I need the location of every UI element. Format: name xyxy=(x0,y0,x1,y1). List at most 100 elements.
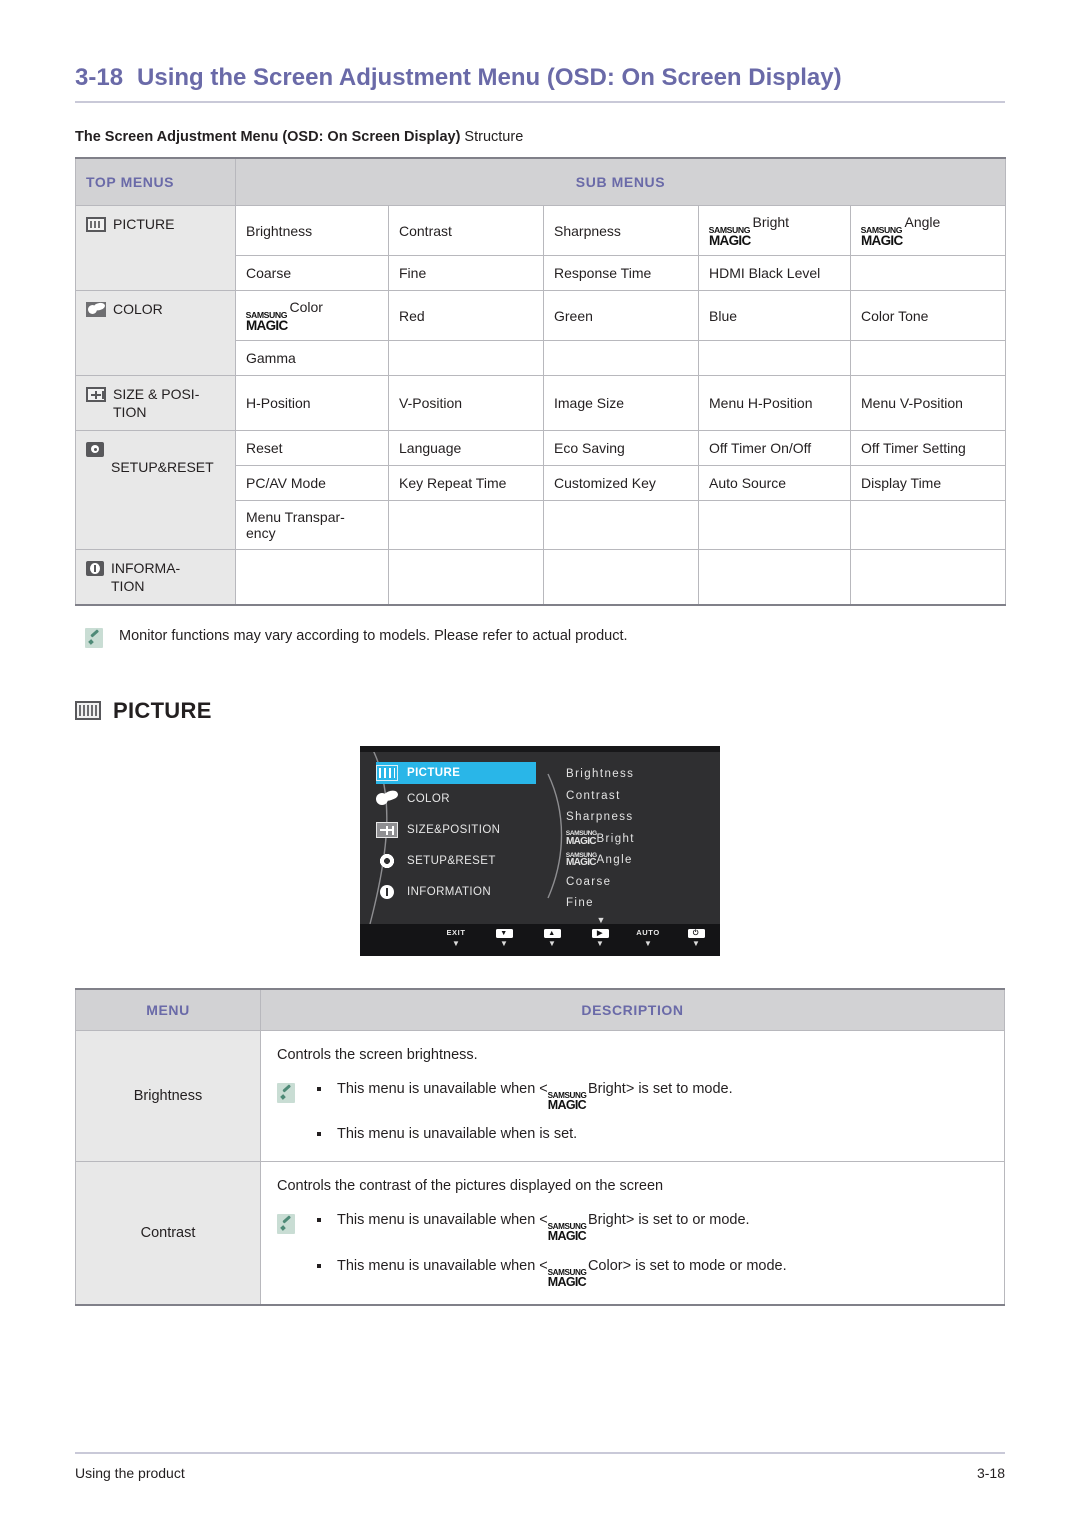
osd-sub-item[interactable]: SAMSUNG MAGIC Bright xyxy=(566,828,716,850)
description-content: Controls the contrast of the pictures di… xyxy=(260,1161,1005,1306)
osd-button-power[interactable]: ⏻ ▼ xyxy=(672,928,720,948)
description-bullet: This menu is unavailable when < SAMSUNG MA… xyxy=(309,1210,988,1243)
osd-sub-item[interactable]: Contrast xyxy=(566,785,716,807)
sub-menu-cell: Blue xyxy=(698,290,851,341)
osd-left-menu[interactable]: PICTURE COLOR SIZE&POSITION SETUP&RESET INFO… xyxy=(376,761,536,908)
osd-sub-item-label: Sharpness xyxy=(566,811,634,824)
sub-menu-cell: Red xyxy=(388,290,544,341)
table-row: Brightness Controls the screen brightness… xyxy=(75,1029,1005,1163)
sub-menu-cell: Display Time xyxy=(849,464,1007,501)
page: 3-18 Using the Screen Adjustment Menu (O… xyxy=(0,0,1080,1527)
size-position-icon xyxy=(86,387,106,402)
samsung-magic-logo: SAMSUNG MAGIC xyxy=(708,225,752,248)
osd-menu-item-picture[interactable]: PICTURE xyxy=(376,761,536,784)
picture-icon xyxy=(86,217,106,232)
sub-menu-cell: Menu V-Position xyxy=(849,375,1007,431)
samsung-magic-logo: SAMSUNG MAGIC xyxy=(547,1267,587,1289)
osd-sub-item[interactable]: Brightness xyxy=(566,764,716,786)
col-header-description: DESCRIPTION xyxy=(260,988,1005,1031)
top-menu-label: SETUP&RESET xyxy=(111,458,214,475)
osd-sub-item[interactable]: Sharpness xyxy=(566,807,716,829)
top-menu-cell-informa: INFORMA- TION xyxy=(75,548,236,606)
osd-sub-menu[interactable]: Brightness Contrast Sharpness SAMSUNG MAGIC B… xyxy=(566,764,716,925)
sub-menu-cell: Off Timer Setting xyxy=(849,429,1007,466)
osd-sub-item-label: Bright xyxy=(596,832,635,845)
osd-button-down[interactable]: ▼ ▼ xyxy=(480,928,528,948)
osd-figure: PICTURE COLOR SIZE&POSITION SETUP&RESET INFO… xyxy=(75,745,1005,956)
size-position-icon xyxy=(376,822,398,839)
osd-button-label: EXIT xyxy=(446,927,466,937)
sub-menu-cell: Sharpness xyxy=(543,205,699,256)
sub-menu-cell xyxy=(388,499,544,550)
osd-sub-item[interactable]: Fine xyxy=(566,893,716,915)
osd-sub-item[interactable]: SAMSUNG MAGIC Angle xyxy=(566,850,716,872)
osd-button-right[interactable]: ▶ ▼ xyxy=(576,928,624,948)
setup-reset-icon xyxy=(86,441,104,457)
section-heading-label: PICTURE xyxy=(113,697,212,723)
osd-button-caret: ▼ xyxy=(692,938,700,948)
osd-menu-item-label: SETUP&RESET xyxy=(407,855,496,868)
top-menu-cell-picture: PICTURE xyxy=(75,205,236,291)
magic-feature-name: Color xyxy=(289,299,323,315)
osd-menu-item-color[interactable]: COLOR xyxy=(376,784,536,815)
sub-menu-cell xyxy=(698,548,851,606)
osd-button-glyph: ▼ xyxy=(480,928,528,939)
structure-caption-plain: Structure xyxy=(460,129,524,145)
osd-screen: PICTURE COLOR SIZE&POSITION SETUP&RESET INFO… xyxy=(360,745,720,956)
section-number: 3-18 xyxy=(75,64,124,91)
page-title: Using the Screen Adjustment Menu (OSD: O… xyxy=(137,64,842,91)
page-footer: Using the product 3-18 xyxy=(75,1452,1005,1481)
color-icon xyxy=(86,302,106,317)
magic-feature-name: Bright xyxy=(752,214,790,230)
description-intro: Controls the contrast of the pictures di… xyxy=(277,1178,664,1195)
structure-caption: The Screen Adjustment Menu (OSD: On Scre… xyxy=(75,129,1005,145)
sub-menu-cell: Color Tone xyxy=(849,290,1007,341)
page-heading: 3-18 Using the Screen Adjustment Menu (O… xyxy=(75,0,1005,92)
osd-button-up[interactable]: ▲ ▼ xyxy=(528,928,576,948)
osd-button-exit[interactable]: EXIT ▼ xyxy=(432,928,480,948)
sub-menu-cell: Contrast xyxy=(388,205,544,256)
sub-menu-cell: Menu H-Position xyxy=(698,375,851,431)
sub-menu-cell xyxy=(388,548,544,606)
osd-sub-item-label: Angle xyxy=(596,854,633,867)
osd-menu-item-setupreset[interactable]: SETUP&RESET xyxy=(376,846,536,877)
top-menu-cell-setupreset: SETUP&RESET xyxy=(75,429,236,550)
col-header-sub-menus: SUB MENUS xyxy=(234,158,1007,206)
osd-menu-item-sizeposition[interactable]: SIZE&POSITION xyxy=(376,815,536,846)
osd-button-auto[interactable]: AUTO ▼ xyxy=(624,928,672,948)
osd-sub-item[interactable]: Coarse xyxy=(566,871,716,893)
osd-button-bar[interactable]: EXIT ▼ ▼ ▼ ▲ ▼ ▶ ▼ AUTO ▼ ⏻ ▼ xyxy=(360,923,720,956)
sub-menu-cell xyxy=(235,548,389,606)
models-note-text: Monitor functions may vary according to … xyxy=(119,627,628,644)
sub-menu-cell xyxy=(849,499,1007,550)
osd-button-caret: ▼ xyxy=(596,938,604,948)
sub-menu-cell: H-Position xyxy=(235,375,389,431)
top-menu-cell-sizeposi: SIZE & POSI- TION xyxy=(75,375,236,431)
footer-divider xyxy=(75,1452,1005,1454)
osd-button-glyph: ▲ xyxy=(528,928,576,939)
description-menu-name: Contrast xyxy=(75,1161,261,1306)
sub-menu-cell: SAMSUNG MAGIC Angle xyxy=(849,205,1007,256)
samsung-magic-logo: SAMSUNG MAGIC xyxy=(565,830,597,847)
osd-menu-item-label: COLOR xyxy=(407,793,450,806)
description-table-header-row: MENU DESCRIPTION xyxy=(75,988,1005,1031)
samsung-magic-logo: SAMSUNG MAGIC xyxy=(547,1090,587,1112)
sub-menu-cell: V-Position xyxy=(388,375,544,431)
note-icon xyxy=(277,1082,295,1103)
samsung-magic-logo: SAMSUNG MAGIC xyxy=(245,310,289,333)
osd-button-caret: ▼ xyxy=(500,938,508,948)
note-icon xyxy=(277,1214,295,1235)
samsung-magic-logo: SAMSUNG MAGIC xyxy=(547,1222,587,1244)
sub-menu-cell xyxy=(849,255,1007,291)
osd-menu-item-information[interactable]: INFORMATION xyxy=(376,877,536,908)
table-row: SIZE & POSI- TION H-Position V-Position Imag… xyxy=(75,375,1007,431)
table-row: COLOR SAMSUNG MAGIC Color Red Green Blue Color … xyxy=(75,290,1007,376)
sub-menu-cell: Image Size xyxy=(543,375,699,431)
osd-menu-item-label: SIZE&POSITION xyxy=(407,824,501,837)
sub-menu-cell: HDMI Black Level xyxy=(698,255,851,291)
sub-menu-cell: Customized Key xyxy=(543,464,699,501)
osd-menu-item-label: PICTURE xyxy=(407,766,461,779)
osd-sub-item-label: Fine xyxy=(566,897,594,910)
sub-menu-cell: Auto Source xyxy=(698,464,851,501)
footer-left-text: Using the product xyxy=(75,1465,185,1481)
